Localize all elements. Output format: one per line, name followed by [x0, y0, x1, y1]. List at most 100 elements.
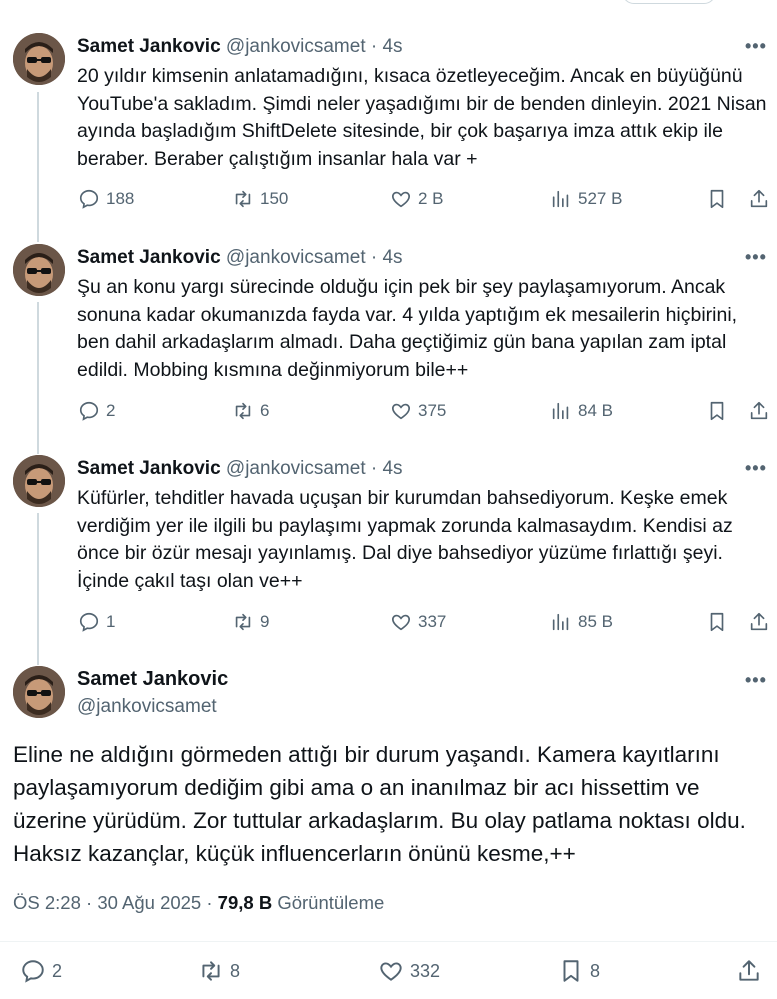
repost-count: 150	[260, 189, 289, 208]
author-handle[interactable]: @jankovicsamet	[77, 696, 217, 718]
share-button[interactable]	[748, 609, 770, 635]
views-count: 84 B	[578, 401, 613, 420]
reply-icon	[79, 612, 99, 632]
tweet-actions: 2 6 375 84 B	[0, 398, 777, 424]
avatar[interactable]	[13, 666, 65, 718]
divider	[0, 941, 777, 942]
tweet-header: Samet Jankovic @jankovicsamet · 4s	[77, 458, 403, 480]
more-icon[interactable]: •••	[745, 670, 767, 691]
views-icon	[552, 613, 569, 631]
bookmark-button[interactable]	[706, 609, 728, 635]
bookmark-icon	[710, 401, 724, 421]
reply-button[interactable]: 1	[78, 609, 115, 635]
views-button[interactable]: 85 B	[550, 609, 613, 635]
separator-dot: ·	[370, 247, 378, 268]
like-button[interactable]: 375	[390, 398, 446, 424]
more-icon[interactable]: •••	[745, 36, 767, 57]
tweet-time[interactable]: 4s	[382, 247, 402, 268]
reply-count: 2	[106, 401, 116, 420]
repost-count: 6	[260, 401, 270, 420]
bookmark-icon	[710, 189, 724, 209]
like-count: 337	[418, 612, 447, 631]
like-button[interactable]: 332	[378, 958, 440, 984]
tweet-actions: 1 9 337 85 B	[0, 609, 777, 635]
bookmark-button[interactable]: 8	[558, 958, 600, 984]
author-handle[interactable]: @jankovicsamet	[226, 36, 366, 57]
repost-button[interactable]: 150	[232, 186, 288, 212]
avatar[interactable]	[13, 455, 65, 507]
repost-count: 8	[230, 960, 241, 981]
reply-count: 1	[106, 612, 116, 631]
main-tweet-text: Eline ne aldığını görmeden attığı bir du…	[13, 742, 746, 866]
reply-icon	[79, 401, 99, 421]
bookmark-icon	[710, 612, 724, 632]
tweet-meta: ÖS 2:28 · 30 Ağu 2025 · 79,8 B Görüntüle…	[13, 892, 384, 914]
reply-button[interactable]: 188	[78, 186, 134, 212]
share-icon	[750, 401, 768, 420]
reply-icon	[22, 960, 44, 983]
repost-icon	[235, 402, 251, 420]
repost-icon	[202, 961, 220, 981]
tweet-header: Samet Jankovic @jankovicsamet · 4s	[77, 247, 403, 269]
views-label: Görüntüleme	[277, 892, 385, 913]
more-icon[interactable]: •••	[745, 247, 767, 268]
tweet-text: 20 yıldır kimsenin anlatamadığını, kısac…	[77, 65, 767, 170]
repost-button[interactable]: 8	[198, 958, 240, 984]
repost-icon	[235, 190, 251, 208]
like-button[interactable]: 337	[390, 609, 446, 635]
author-handle[interactable]: @jankovicsamet	[226, 458, 366, 479]
tweet-header: Samet Jankovic @jankovicsamet · 4s	[77, 36, 403, 58]
views-icon	[552, 402, 569, 420]
reply-count: 188	[106, 189, 135, 208]
heart-icon	[392, 403, 410, 420]
thread-line	[37, 513, 39, 665]
share-icon	[750, 189, 768, 208]
avatar[interactable]	[13, 244, 65, 296]
separator-dot: ·	[370, 458, 378, 479]
bookmark-button[interactable]	[706, 398, 728, 424]
like-count: 332	[410, 960, 441, 981]
views-button[interactable]: 84 B	[550, 398, 613, 424]
views-count: 85 B	[578, 612, 613, 631]
like-button[interactable]: 2 B	[390, 186, 444, 212]
reply-button[interactable]: 2	[20, 958, 62, 984]
tweet-time[interactable]: 4s	[382, 36, 402, 57]
top-partial-button[interactable]	[622, 0, 716, 4]
author-name[interactable]: Samet Jankovic	[77, 36, 221, 57]
thread-line	[37, 302, 39, 454]
share-button[interactable]	[736, 958, 762, 984]
tweet-actions: 188 150 2 B 527 B	[0, 186, 777, 212]
reply-icon	[79, 189, 99, 209]
tweet-time[interactable]: 4s	[382, 458, 402, 479]
tweet-text: Küfürler, tehditler havada uçuşan bir ku…	[77, 487, 733, 592]
repost-button[interactable]: 9	[232, 609, 269, 635]
separator-dot: ·	[370, 36, 378, 57]
reply-button[interactable]: 2	[78, 398, 115, 424]
heart-icon	[392, 191, 410, 208]
share-button[interactable]	[748, 398, 770, 424]
avatar[interactable]	[13, 33, 65, 85]
heart-icon	[380, 962, 402, 981]
bookmark-button[interactable]	[706, 186, 728, 212]
thread-line	[37, 92, 39, 242]
author-name[interactable]: Samet Jankovic	[77, 247, 221, 268]
share-button[interactable]	[748, 186, 770, 212]
like-count: 375	[418, 401, 447, 420]
like-count: 2 B	[418, 189, 444, 208]
repost-button[interactable]: 6	[232, 398, 269, 424]
views-icon	[552, 190, 569, 208]
author-name[interactable]: Samet Jankovic	[77, 458, 221, 479]
author-handle[interactable]: @jankovicsamet	[226, 247, 366, 268]
share-icon	[750, 612, 768, 631]
more-icon[interactable]: •••	[745, 458, 767, 479]
share-icon	[739, 960, 759, 981]
tweet-text: Şu an konu yargı sürecinde olduğu için p…	[77, 276, 738, 381]
timestamp[interactable]: ÖS 2:28 · 30 Ağu 2025 ·	[13, 892, 218, 913]
views-button[interactable]: 527 B	[550, 186, 622, 212]
views-count: 527 B	[578, 189, 623, 208]
heart-icon	[392, 614, 410, 631]
bookmark-count: 8	[590, 960, 601, 981]
views-count: 79,8 B	[217, 892, 273, 913]
reply-count: 2	[52, 960, 63, 981]
author-name[interactable]: Samet Jankovic	[77, 668, 228, 691]
